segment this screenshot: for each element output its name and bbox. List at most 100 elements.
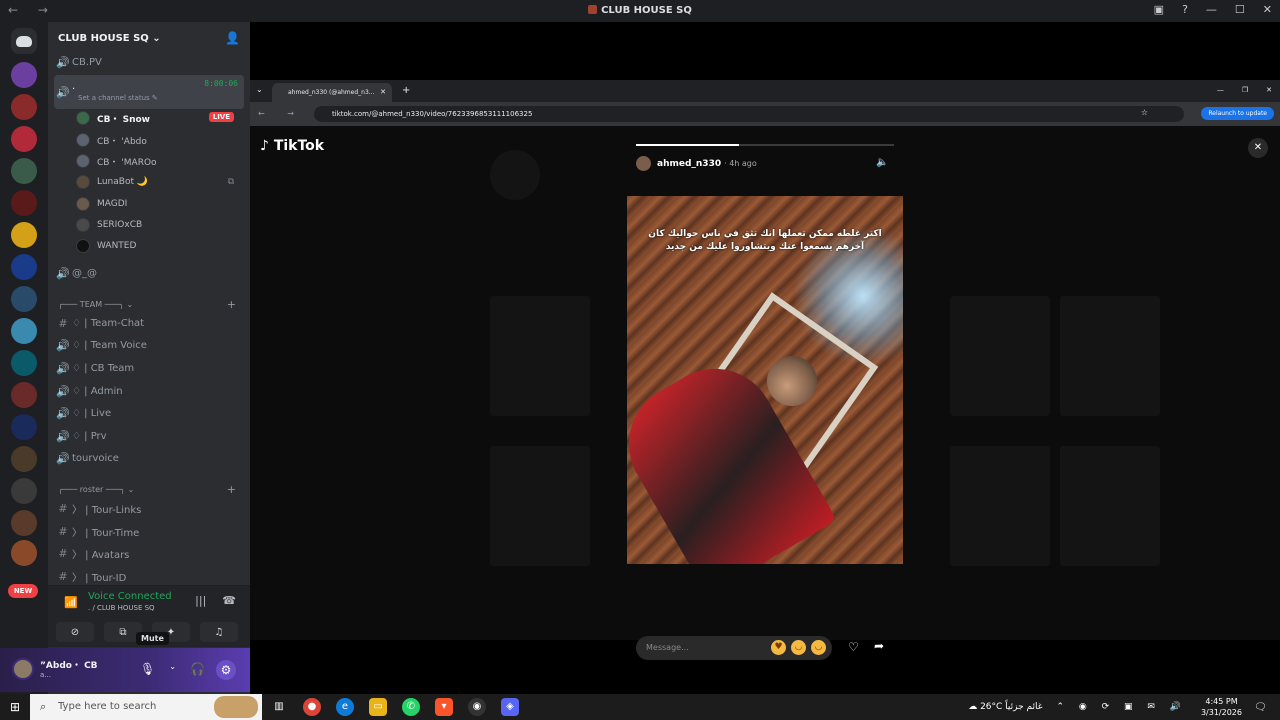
channel-tour-links[interactable]: # 〉 | Tour-Links <box>54 498 244 518</box>
settings-gear-icon[interactable]: ⚙ <box>216 660 236 680</box>
channel-avatars[interactable]: # 〉 | Avatars <box>54 543 244 563</box>
minimize-icon[interactable]: — <box>1217 86 1224 94</box>
channel-team-voice[interactable]: 🔊 ♢ | Team Voice <box>54 335 244 355</box>
restore-icon[interactable]: ❐ <box>1242 86 1248 94</box>
story-author[interactable]: ahmed_n330 · 4h ago <box>636 156 757 171</box>
clock[interactable]: 4:45 PM 3/31/2026 <box>1201 696 1242 718</box>
server-icon[interactable] <box>11 62 37 88</box>
channel-tour-time[interactable]: # 〉 | Tour-Time <box>54 521 244 541</box>
tray-icons[interactable]: ⌃ ◉ ⟳ ▣ ✉ 🔊 <box>1056 702 1187 712</box>
category-roster[interactable]: ╭─── roster ───╮ ⌄ + <box>58 481 244 497</box>
share-icon[interactable]: ➦ <box>874 639 884 653</box>
weather-widget[interactable]: ☁ 26°C غائم جزئياً <box>968 702 1042 712</box>
reply-input[interactable]: Message... ♥ ◡ ◡ <box>636 636 832 660</box>
voice-member[interactable]: CB・ 'Abdo <box>76 130 244 150</box>
microphone-icon[interactable]: 🎙 <box>140 662 155 676</box>
add-channel-icon[interactable]: + <box>227 298 236 311</box>
obs-icon[interactable]: ◉ <box>468 698 486 716</box>
edge-icon[interactable]: e <box>336 698 354 716</box>
soundboard-button[interactable]: ♫ <box>200 622 238 642</box>
camera-button[interactable]: ⊘ <box>56 622 94 642</box>
taskbar-search[interactable]: ⌕ Type here to search <box>30 694 262 720</box>
maximize-icon[interactable]: ☐ <box>1235 3 1245 16</box>
channel-admin[interactable]: 🔊 ♢ | Admin <box>54 381 244 401</box>
guild-header[interactable]: CLUB HOUSE SQ ⌄ 👤 <box>48 22 250 54</box>
noise-suppression-icon[interactable]: ||| <box>195 594 206 607</box>
new-tab-icon[interactable]: + <box>402 85 410 96</box>
story-close-button[interactable]: ✕ <box>1248 138 1268 158</box>
channel-status[interactable]: Set a channel status ✎ <box>78 94 158 102</box>
close-icon[interactable]: ✕ <box>1263 3 1272 16</box>
voice-member[interactable]: MAGDI <box>76 194 244 214</box>
server-icon[interactable] <box>11 126 37 152</box>
whatsapp-icon[interactable]: ✆ <box>402 698 420 716</box>
voice-channel-cbpv[interactable]: 🔊 CB.PV <box>54 52 244 72</box>
server-icon[interactable] <box>11 158 37 184</box>
close-icon[interactable]: ✕ <box>380 88 386 96</box>
discord-icon[interactable]: ◈ <box>501 698 519 716</box>
task-view-icon[interactable]: ▥ <box>270 698 288 716</box>
laughing-emoji-icon[interactable]: ◡ <box>791 640 806 655</box>
voice-member[interactable]: WANTED <box>76 236 244 256</box>
server-icon[interactable] <box>11 350 37 376</box>
heart-eyes-emoji-icon[interactable]: ♥ <box>771 640 786 655</box>
help-icon[interactable]: ? <box>1182 3 1188 16</box>
chevron-down-icon[interactable]: ⌄ <box>169 662 176 676</box>
voice-member[interactable]: LunaBot 🌙 ⧉ <box>76 172 244 192</box>
channel-team-chat[interactable]: # ♢ | Team-Chat <box>54 313 244 333</box>
headphones-icon[interactable]: 🎧 <box>190 662 205 676</box>
notification-icon[interactable]: 🗨 <box>1254 702 1274 713</box>
category-team[interactable]: ╭─── TEAM ───╮ ⌄ + <box>58 296 244 312</box>
server-icon[interactable] <box>11 446 37 472</box>
server-icon[interactable] <box>11 94 37 120</box>
user-avatar[interactable] <box>12 658 34 680</box>
tiktok-logo[interactable]: ♪ TikTok <box>260 138 324 154</box>
new-badge[interactable]: NEW <box>8 584 38 598</box>
server-icon[interactable] <box>11 190 37 216</box>
minimize-icon[interactable]: — <box>1206 3 1217 16</box>
tab-search-icon[interactable]: ⌄ <box>256 85 263 94</box>
chrome-icon[interactable]: ● <box>303 698 321 716</box>
server-icon[interactable] <box>11 510 37 536</box>
bookmark-star-icon[interactable]: ☆ <box>1141 108 1148 117</box>
channel-tourvoice[interactable]: 🔊 tourvoice <box>54 448 244 468</box>
channel-live[interactable]: 🔊 ♢ | Live <box>54 403 244 423</box>
user-name[interactable]: ”Abdo・ CB <box>40 658 98 671</box>
smile-emoji-icon[interactable]: ◡ <box>811 640 826 655</box>
file-explorer-icon[interactable]: ▭ <box>369 698 387 716</box>
relaunch-button[interactable]: Relaunch to update <box>1201 107 1274 120</box>
server-icon[interactable] <box>11 382 37 408</box>
server-icon[interactable] <box>11 318 37 344</box>
browser-tab[interactable]: ahmed_n330 (@ahmed_n3... ✕ <box>272 83 392 102</box>
channel-tour-id[interactable]: # 〉 | Tour-ID <box>54 566 244 586</box>
server-icon[interactable] <box>11 222 37 248</box>
brave-icon[interactable]: ▾ <box>435 698 453 716</box>
channel-prv[interactable]: 🔊 ♢ | Prv <box>54 426 244 446</box>
server-icon[interactable] <box>11 540 37 566</box>
close-icon[interactable]: ✕ <box>1266 86 1272 94</box>
volume-icon[interactable]: 🔈 <box>876 157 888 168</box>
add-channel-icon[interactable]: + <box>227 483 236 496</box>
inbox-icon[interactable]: ▣ <box>1154 3 1164 16</box>
voice-channel-active[interactable]: 🔊 . 8:00:06 Set a channel status ✎ <box>54 75 244 109</box>
window-controls[interactable]: ▣ ? — ☐ ✕ <box>1154 3 1272 16</box>
windows-start-icon[interactable]: ⊞ <box>10 700 20 714</box>
voice-member[interactable]: CB・ Snow LIVE <box>76 108 244 128</box>
server-icon[interactable] <box>11 478 37 504</box>
url-field[interactable]: tiktok.com/@ahmed_n330/video/76233968531… <box>314 106 1184 122</box>
voice-member[interactable]: SERIOxCB <box>76 215 244 235</box>
guild-name[interactable]: CLUB HOUSE SQ ⌄ <box>58 33 161 44</box>
signal-icon[interactable]: 📶 <box>64 596 78 609</box>
voice-member[interactable]: CB・ 'MAROo <box>76 151 244 171</box>
voice-channel-at[interactable]: 🔊 @_@ <box>54 263 244 283</box>
server-icon[interactable] <box>11 286 37 312</box>
server-icon[interactable] <box>11 414 37 440</box>
disconnect-icon[interactable]: ☎ <box>222 594 236 607</box>
voice-connected-label[interactable]: Voice Connected <box>88 591 172 602</box>
story-image[interactable]: اكتر غلطه ممكن تعملها انك تثق في ناس حوا… <box>627 196 903 564</box>
server-icon[interactable] <box>11 254 37 280</box>
browser-window-controls[interactable]: — ❐ ✕ <box>1217 86 1272 94</box>
discord-home-icon[interactable] <box>11 28 37 54</box>
heart-icon[interactable]: ♡ <box>848 640 859 654</box>
channel-cb-team[interactable]: 🔊 ♢ | CB Team <box>54 358 244 378</box>
